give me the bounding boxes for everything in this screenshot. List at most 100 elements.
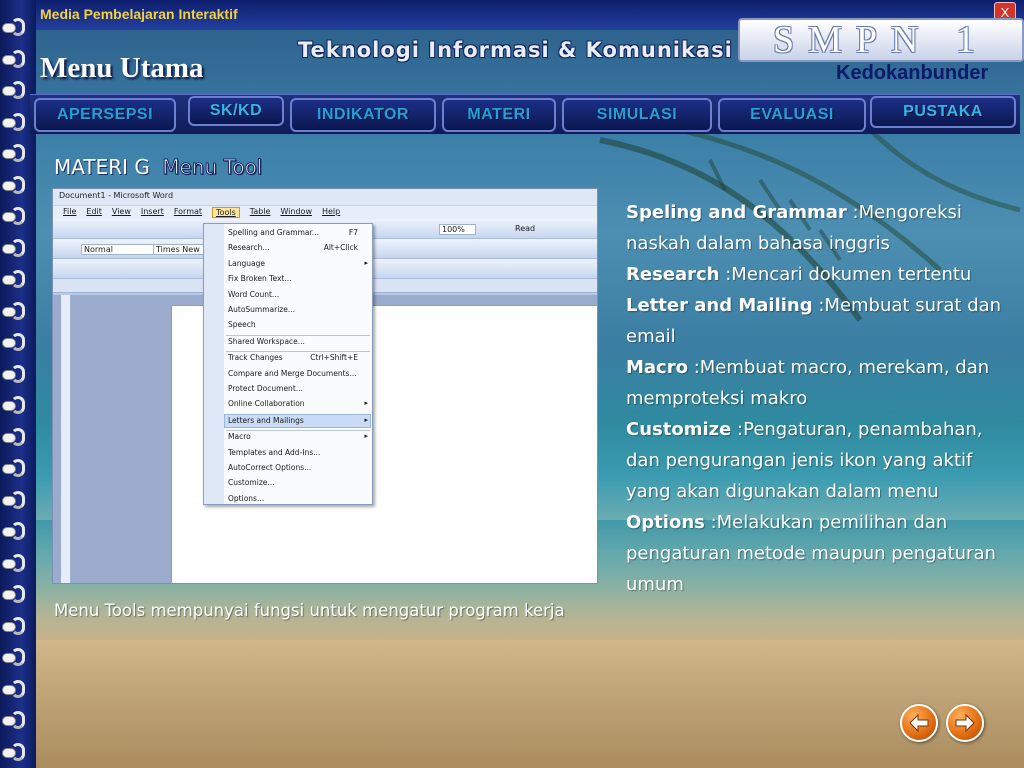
word-tools-menu-item: Word Count... <box>228 289 280 299</box>
ring-wire <box>11 679 25 698</box>
word-tools-menu-shortcut: ▸ <box>364 432 368 441</box>
tool-term: Speling and Grammar <box>626 202 847 223</box>
nav-simulasi[interactable]: SIMULASI <box>562 98 712 132</box>
materi-heading: MATERI G Menu Tool <box>54 155 263 180</box>
binding-ring <box>2 238 30 257</box>
binding-ring <box>2 49 30 68</box>
screenshot-caption: Menu Tools mempunyai fungsi untuk mengat… <box>54 601 565 620</box>
tool-description: Research :Mencari dokumen tertentu <box>626 259 1018 290</box>
binding-ring <box>2 81 30 99</box>
school-logo-box: SMPN 1 <box>738 18 1024 62</box>
ring-wire <box>11 522 25 540</box>
tool-description: Customize :Pengaturan, penambahan, dan p… <box>626 414 1018 507</box>
binding-ring <box>2 144 30 162</box>
binding-ring <box>2 522 30 540</box>
binding-ring <box>2 18 30 36</box>
ring-wire <box>11 207 25 225</box>
word-menu-format: Format <box>173 207 203 216</box>
ring-wire <box>11 553 25 572</box>
binding-ring <box>2 427 30 446</box>
school-name: SMPN 1 <box>773 19 989 61</box>
binding-ring <box>2 175 30 194</box>
binding-ring <box>2 396 30 414</box>
binding-ring <box>2 333 30 351</box>
binding-ring <box>2 207 30 225</box>
tool-description: Speling and Grammar :Mengoreksi naskah d… <box>626 197 1018 259</box>
tool-term: Options <box>626 512 705 533</box>
nav-materi[interactable]: MATERI <box>442 98 556 132</box>
word-tools-menu-item: Macro <box>228 432 251 442</box>
word-tools-menu-item: Templates and Add-Ins... <box>228 447 321 457</box>
nav-apersepsi[interactable]: APERSEPSI <box>34 98 176 132</box>
ring-wire <box>11 175 25 194</box>
binding-ring <box>2 679 30 698</box>
word-tools-menu-shortcut: Ctrl+Shift+E <box>310 353 358 363</box>
tool-description: Macro :Membuat macro, merekam, dan mempr… <box>626 352 1018 414</box>
nav-skkd[interactable]: SK/KD <box>188 96 284 126</box>
nav-evaluasi[interactable]: EVALUASI <box>718 98 866 132</box>
word-menu-gutter <box>204 224 224 504</box>
binding-ring <box>2 585 30 603</box>
next-button[interactable] <box>946 704 984 742</box>
word-tools-menu-item: Customize... <box>228 478 275 488</box>
word-menu-view: View <box>111 207 131 216</box>
word-window-title: Document1 - Microsoft Word <box>53 189 597 205</box>
subject-title: Teknologi Informasi & Komunikasi <box>298 38 733 62</box>
tool-term: Letter and Mailing <box>626 295 813 316</box>
materi-label: MATERI G <box>54 155 150 179</box>
word-tools-menu-shortcut: ▸ <box>364 258 368 267</box>
ring-wire <box>11 742 25 761</box>
word-menu-tools: Tools <box>212 207 240 218</box>
binding-ring <box>2 112 30 131</box>
word-tools-menu-item: Speech <box>228 320 256 330</box>
ring-wire <box>11 616 25 635</box>
word-tools-menu-item: AutoSummarize... <box>228 305 296 314</box>
word-tools-menu-item: AutoCorrect Options... <box>228 463 312 472</box>
materi-topic: Menu Tool <box>162 155 263 180</box>
word-menubar: File Edit View Insert Format Tools Table… <box>53 205 597 219</box>
school-place: Kedokanbunder <box>836 62 989 84</box>
word-read-button: Read <box>515 224 536 233</box>
nav-pustaka[interactable]: PUSTAKA <box>870 96 1016 128</box>
prev-button[interactable] <box>900 704 938 742</box>
word-tools-menu-item: Fix Broken Text... <box>228 274 292 284</box>
word-menu-help: Help <box>321 207 341 216</box>
ring-wire <box>11 459 25 477</box>
ring-wire <box>11 270 25 288</box>
binding-ring <box>2 490 30 509</box>
ring-wire <box>11 711 25 729</box>
word-tools-dropdown: Spelling and Grammar... F7 Research... Alt+… <box>203 223 373 505</box>
menu-utama-title: Menu Utama <box>40 52 204 84</box>
binding-ring <box>2 553 30 572</box>
ring-wire <box>11 427 25 446</box>
ring-wire <box>11 648 25 666</box>
word-tools-menu-item: Options... <box>228 493 265 503</box>
word-menu-separator <box>226 430 370 432</box>
word-tools-menu-item: Online Collaboration <box>228 399 305 409</box>
word-menu-file: File <box>63 207 77 216</box>
ring-wire <box>11 112 25 131</box>
word-menu-edit: Edit <box>86 207 102 216</box>
ring-wire <box>11 301 25 320</box>
word-menu-table: Table <box>249 207 271 216</box>
nav-indikator[interactable]: INDIKATOR <box>290 98 436 132</box>
word-tools-menu-item: Protect Document... <box>228 384 303 393</box>
word-tools-menu-shortcut: ▸ <box>364 399 368 408</box>
beach-background <box>0 640 1024 768</box>
arrow-right-icon <box>955 714 975 732</box>
word-menu-window: Window <box>280 207 312 216</box>
binding-ring <box>2 301 30 320</box>
word-tools-menu-item: Shared Workspace... <box>228 336 305 346</box>
word-tools-menu-item: Letters and Mailings <box>228 415 304 425</box>
arrow-left-icon <box>909 714 929 732</box>
word-tools-menu-item: Research... <box>228 243 270 253</box>
word-tools-menu-item: Track Changes <box>228 353 283 363</box>
word-tools-menu-shortcut: Alt+Click <box>323 243 358 253</box>
word-tools-menu-item: Language <box>228 258 266 268</box>
ring-wire <box>11 81 25 99</box>
media-title: Media Pembelajaran Interaktif <box>40 6 238 22</box>
ring-wire <box>11 18 25 36</box>
ring-wire <box>11 585 25 603</box>
word-tools-menu-shortcut: ▸ <box>364 415 368 424</box>
word-tools-menu-shortcut: F7 <box>348 228 358 237</box>
